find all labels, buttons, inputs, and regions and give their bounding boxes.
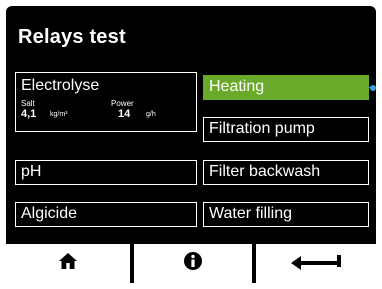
power-value: 14 (118, 108, 131, 120)
relay-filtration-pump-label: Filtration pump (209, 120, 315, 137)
info-button[interactable] (134, 244, 252, 283)
home-button[interactable] (6, 244, 130, 283)
device-screen: Relays test Electrolyse Salt Power 4,1 k… (6, 6, 376, 283)
power-unit: g/h (146, 111, 156, 118)
hint-dot-icon (370, 84, 376, 91)
relay-water-filling-button[interactable]: Water filling (203, 202, 369, 227)
footer-bar (6, 244, 376, 283)
relay-filtration-pump-button[interactable]: Filtration pump (203, 117, 369, 142)
power-label: Power (111, 99, 134, 108)
back-button[interactable] (256, 244, 376, 283)
salt-label: Salt (21, 99, 35, 108)
back-arrow-icon (288, 252, 344, 275)
relay-water-filling-label: Water filling (209, 205, 292, 222)
page-title: Relays test (18, 26, 126, 48)
relay-filter-backwash-button[interactable]: Filter backwash (203, 160, 369, 185)
relay-ph-button[interactable]: pH (15, 160, 197, 185)
home-icon (58, 252, 78, 275)
relay-ph-label: pH (21, 163, 42, 180)
relay-algicide-label: Algicide (21, 205, 78, 222)
relay-heating-label: Heating (209, 78, 265, 95)
salt-unit: kg/m³ (50, 111, 68, 118)
relay-filter-backwash-label: Filter backwash (209, 163, 321, 180)
relay-algicide-button[interactable]: Algicide (15, 202, 197, 227)
salt-value: 4,1 (21, 108, 37, 120)
relay-heating-button[interactable]: Heating (203, 75, 376, 100)
info-icon (183, 251, 203, 276)
relay-electrolyse-button[interactable]: Electrolyse Salt Power 4,1 kg/m³ 14 g/h (15, 72, 197, 132)
relay-electrolyse-label: Electrolyse (21, 77, 100, 94)
